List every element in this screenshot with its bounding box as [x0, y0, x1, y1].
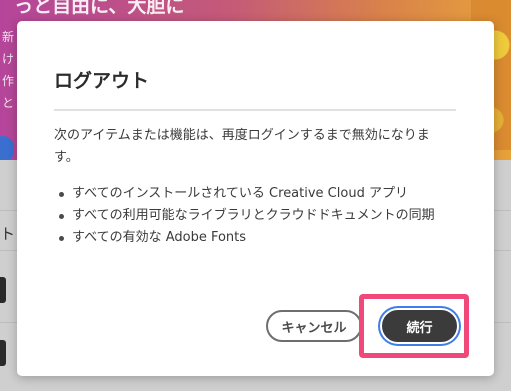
- list-item: すべての利用可能なライブラリとクラウドドキュメントの同期: [54, 205, 456, 227]
- disabled-items-list: すべてのインストールされている Creative Cloud アプリ すべての利…: [54, 183, 456, 249]
- section-tab: ト: [0, 225, 16, 243]
- cancel-button[interactable]: キャンセル: [266, 310, 362, 342]
- list-item-text: すべての有効な Adobe Fonts: [72, 230, 247, 245]
- list-item: すべての有効な Adobe Fonts: [54, 227, 456, 249]
- list-item-text: すべてのインストールされている Creative Cloud アプリ: [72, 186, 408, 201]
- list-item-thumb: [0, 277, 6, 303]
- banner-side-text: 新け作と: [2, 30, 15, 110]
- logout-dialog: ログアウト 次のアイテムまたは機能は、再度ログインするまで無効になります。 すべ…: [17, 21, 494, 376]
- bullet-icon: [59, 236, 64, 241]
- bullet-icon: [59, 192, 64, 197]
- banner-headline: っと自由に、大胆に: [14, 0, 185, 17]
- list-item-thumb: [0, 340, 6, 366]
- dialog-message: 次のアイテムまたは機能は、再度ログインするまで無効になります。: [54, 128, 430, 165]
- list-item-text: すべての利用可能なライブラリとクラウドドキュメントの同期: [72, 208, 435, 223]
- banner-button: [0, 136, 14, 162]
- app-screen: っと自由に、大胆に 新け作と ト ログアウト 次のアイテムまたは機能は、再度ログ…: [0, 0, 511, 391]
- continue-button[interactable]: 続行: [382, 310, 457, 342]
- dialog-divider: [54, 109, 456, 111]
- dialog-title: ログアウト: [54, 70, 150, 92]
- bullet-icon: [59, 214, 64, 219]
- list-item: すべてのインストールされている Creative Cloud アプリ: [54, 183, 456, 205]
